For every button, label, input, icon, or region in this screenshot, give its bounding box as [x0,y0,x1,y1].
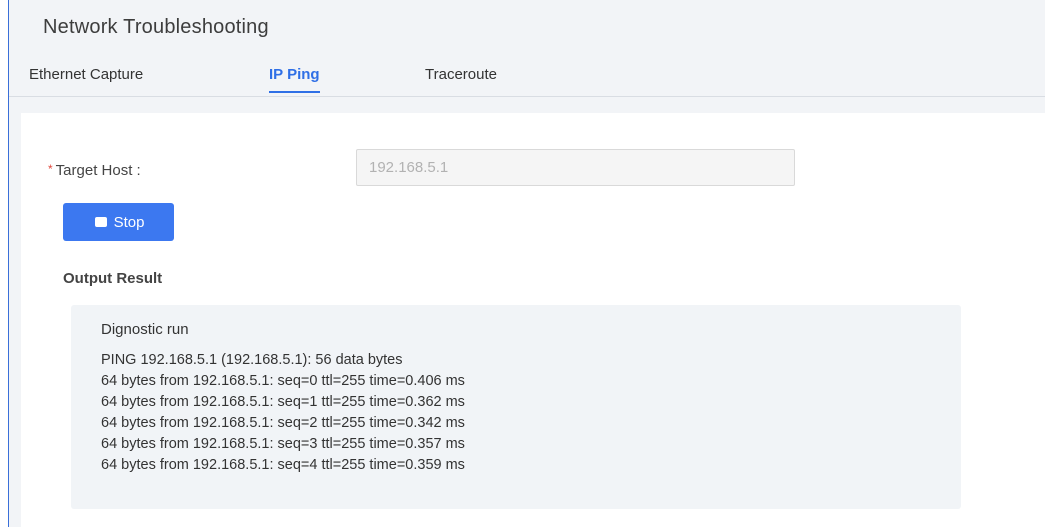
output-result-title: Output Result [63,270,163,287]
output-line: 64 bytes from 192.168.5.1: seq=1 ttl=255… [101,394,465,410]
stop-icon [94,217,107,227]
output-heading: Dignostic run [101,321,189,338]
page-title: Network Troubleshooting [43,16,269,38]
output-result-box: Dignostic run PING 192.168.5.1 (192.168.… [71,305,961,509]
target-host-input[interactable] [356,149,795,186]
tab-bar: Ethernet Capture IP Ping Traceroute [9,60,1045,97]
output-line: 64 bytes from 192.168.5.1: seq=4 ttl=255… [101,457,465,473]
output-line: 64 bytes from 192.168.5.1: seq=0 ttl=255… [101,373,465,389]
output-line: 64 bytes from 192.168.5.1: seq=3 ttl=255… [101,436,465,452]
stop-button-label: Stop [113,213,145,231]
output-line: PING 192.168.5.1 (192.168.5.1): 56 data … [101,352,403,368]
required-marker: * [48,162,53,176]
output-line: 64 bytes from 192.168.5.1: seq=2 ttl=255… [101,415,465,431]
stop-button[interactable]: Stop [63,203,174,241]
tab-traceroute[interactable]: Traceroute [425,66,497,91]
target-host-label: * Target Host : [48,162,141,179]
ip-ping-panel: *Target Host : Stop Output Result Dignos… [21,113,1045,527]
target-host-label-text: Target Host : [55,162,141,179]
app-frame: Network Troubleshooting Ethernet Capture… [8,0,1045,527]
tab-ethernet-capture[interactable]: Ethernet Capture [29,66,143,91]
tab-ip-ping[interactable]: IP Ping [269,66,320,93]
